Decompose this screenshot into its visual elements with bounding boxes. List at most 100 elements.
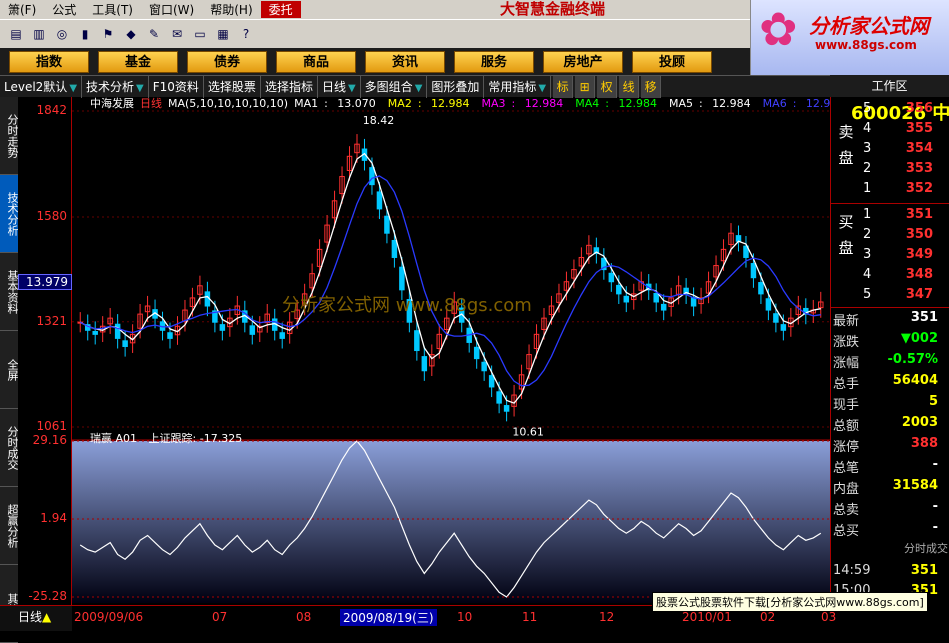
sell-price: 352 xyxy=(905,181,933,196)
option-8[interactable]: 常用指标 ▼ xyxy=(484,75,552,98)
left-tab-5[interactable]: 超赢分析 xyxy=(0,487,19,565)
stat-row: 总额 2003 xyxy=(831,415,949,435)
candle-body xyxy=(488,375,495,388)
option-button-2[interactable]: 权 xyxy=(597,75,618,98)
tick-header: 分时成交 xyxy=(904,542,948,555)
dropdown-arrow-icon: ▼ xyxy=(136,82,144,94)
candle-body xyxy=(399,266,405,291)
flag-icon[interactable]: ⚑ xyxy=(98,24,118,44)
chart-icon[interactable]: ▥ xyxy=(29,24,49,44)
menu-item-0[interactable]: 箫(F) xyxy=(0,1,44,18)
pen-icon[interactable]: ✎ xyxy=(144,24,164,44)
bar-chart-icon[interactable]: ▮ xyxy=(75,24,95,44)
candle-body xyxy=(279,332,285,339)
quote-icon[interactable]: ▤ xyxy=(6,24,26,44)
menu-item-4[interactable]: 帮助(H) xyxy=(202,1,260,18)
ma-params: MA(5,10,10,10,10,10) xyxy=(168,97,289,110)
price-chart[interactable]: 18.42 10.61 分析家公式网 www.88gs.com xyxy=(72,97,830,605)
left-tab-2[interactable]: 基本资料 xyxy=(0,253,19,331)
ma-colon: : xyxy=(605,97,613,110)
candle-body xyxy=(421,356,428,372)
left-tab-6[interactable]: 其他 xyxy=(0,565,19,643)
option-button-0[interactable]: 标 xyxy=(553,75,574,98)
help-cursor-icon[interactable]: ? xyxy=(236,24,256,44)
diamond-icon[interactable]: ◆ xyxy=(121,24,141,44)
buy-price: 348 xyxy=(905,267,933,282)
left-tab-4[interactable]: 分时成交 xyxy=(0,409,19,487)
option-1[interactable]: 技术分析 ▼ xyxy=(82,75,149,98)
category-button-4[interactable]: 资讯 xyxy=(365,50,445,73)
category-button-0[interactable]: 指数 xyxy=(9,50,89,73)
option-label: 选择股票 xyxy=(207,79,256,94)
promo-banner[interactable]: 股票公式股票软件下载[分析家公式网www.88gs.com] xyxy=(652,592,928,612)
ma-colon: : xyxy=(792,97,800,110)
ma-value: 12.984 xyxy=(524,97,564,110)
logo-name: 分析家公式网 xyxy=(809,14,929,38)
logo-url: www.88gs.com xyxy=(815,38,917,52)
category-button-2[interactable]: 债券 xyxy=(187,50,267,73)
left-tab-3[interactable]: 全屏 xyxy=(0,331,19,409)
menu-item-1[interactable]: 公式 xyxy=(44,1,84,18)
menu-item-3[interactable]: 窗口(W) xyxy=(141,1,202,18)
stat-label: 最新 xyxy=(833,314,860,329)
window-icon[interactable]: ▭ xyxy=(190,24,210,44)
option-5[interactable]: 日线 ▼ xyxy=(318,75,361,98)
category-button-3[interactable]: 商品 xyxy=(276,50,356,73)
stat-row: 总手 56404 xyxy=(831,373,949,393)
divider xyxy=(831,307,949,308)
candle-body xyxy=(765,298,772,311)
stat-value: 31584 xyxy=(892,478,938,493)
stat-row: 总卖 - xyxy=(831,499,949,519)
stat-row: 最新 351 xyxy=(831,310,949,330)
option-4[interactable]: 选择指标 xyxy=(261,75,318,98)
option-3[interactable]: 选择股票 xyxy=(204,75,261,98)
option-6[interactable]: 多图组合 ▼ xyxy=(361,75,428,98)
ma-name: MA4 xyxy=(575,97,600,110)
buy-level: 1 xyxy=(863,207,872,222)
stat-value: 388 xyxy=(910,436,938,451)
dropdown-arrow-icon: ▼ xyxy=(347,82,356,94)
option-2[interactable]: F10资料 xyxy=(149,75,204,98)
option-0[interactable]: Level2默认 ▼ xyxy=(0,75,83,98)
stat-label: 涨停 xyxy=(833,440,860,455)
y-tick-label: 1321 xyxy=(36,313,67,328)
stat-value: 5 xyxy=(928,394,938,409)
indicator-name: 瑞赢 A01 xyxy=(90,432,138,445)
candle-body xyxy=(735,235,742,242)
candle-body xyxy=(249,325,256,335)
books-icon[interactable]: ▦ xyxy=(213,24,233,44)
left-tab-1[interactable]: 技术分析 xyxy=(0,175,19,253)
x-tick-label: 10 xyxy=(457,610,473,624)
option-button-1[interactable]: ⊞ xyxy=(575,75,596,98)
menu-item-2[interactable]: 工具(T) xyxy=(84,1,141,18)
low-label: 10.61 xyxy=(512,425,544,438)
mail-icon[interactable]: ✉ xyxy=(167,24,187,44)
category-button-6[interactable]: 房地产 xyxy=(543,50,623,73)
category-button-5[interactable]: 服务 xyxy=(454,50,534,73)
stat-value: - xyxy=(932,520,938,535)
candle-body xyxy=(384,215,390,234)
option-label: 多图组合 xyxy=(364,79,413,94)
option-button-3[interactable]: 线 xyxy=(619,75,640,98)
watermark: 分析家公式网 www.88gs.com xyxy=(282,295,532,316)
binoculars-icon[interactable]: ◎ xyxy=(52,24,72,44)
left-tab-0[interactable]: 分时走势 xyxy=(0,97,19,175)
workarea-button[interactable]: 工作区 xyxy=(830,75,949,97)
buy-level: 4 xyxy=(863,267,872,282)
option-button-4[interactable]: 移 xyxy=(641,75,662,98)
stat-value: ▼002 xyxy=(900,331,938,346)
cursor-date: 2009/08/19(三) xyxy=(340,609,437,626)
category-button-7[interactable]: 投顾 xyxy=(632,50,712,73)
buy-price: 347 xyxy=(905,287,933,302)
stat-value: - xyxy=(932,499,938,514)
stat-label: 涨跌 xyxy=(833,335,860,350)
dropdown-arrow-icon: ▼ xyxy=(414,82,423,94)
chart-legend: 中海发展 日线 MA(5,10,10,10,10,10) MA1: 13.070 MA2… xyxy=(90,97,856,110)
period-button[interactable]: 日线▲ xyxy=(0,606,72,631)
option-label: 图形叠加 xyxy=(431,79,480,94)
menu-item-5[interactable]: 委托 xyxy=(260,1,301,18)
category-button-1[interactable]: 基金 xyxy=(98,50,178,73)
sell-price: 355 xyxy=(905,121,933,136)
option-7[interactable]: 图形叠加 xyxy=(427,75,485,98)
high-label: 18.42 xyxy=(363,114,395,127)
